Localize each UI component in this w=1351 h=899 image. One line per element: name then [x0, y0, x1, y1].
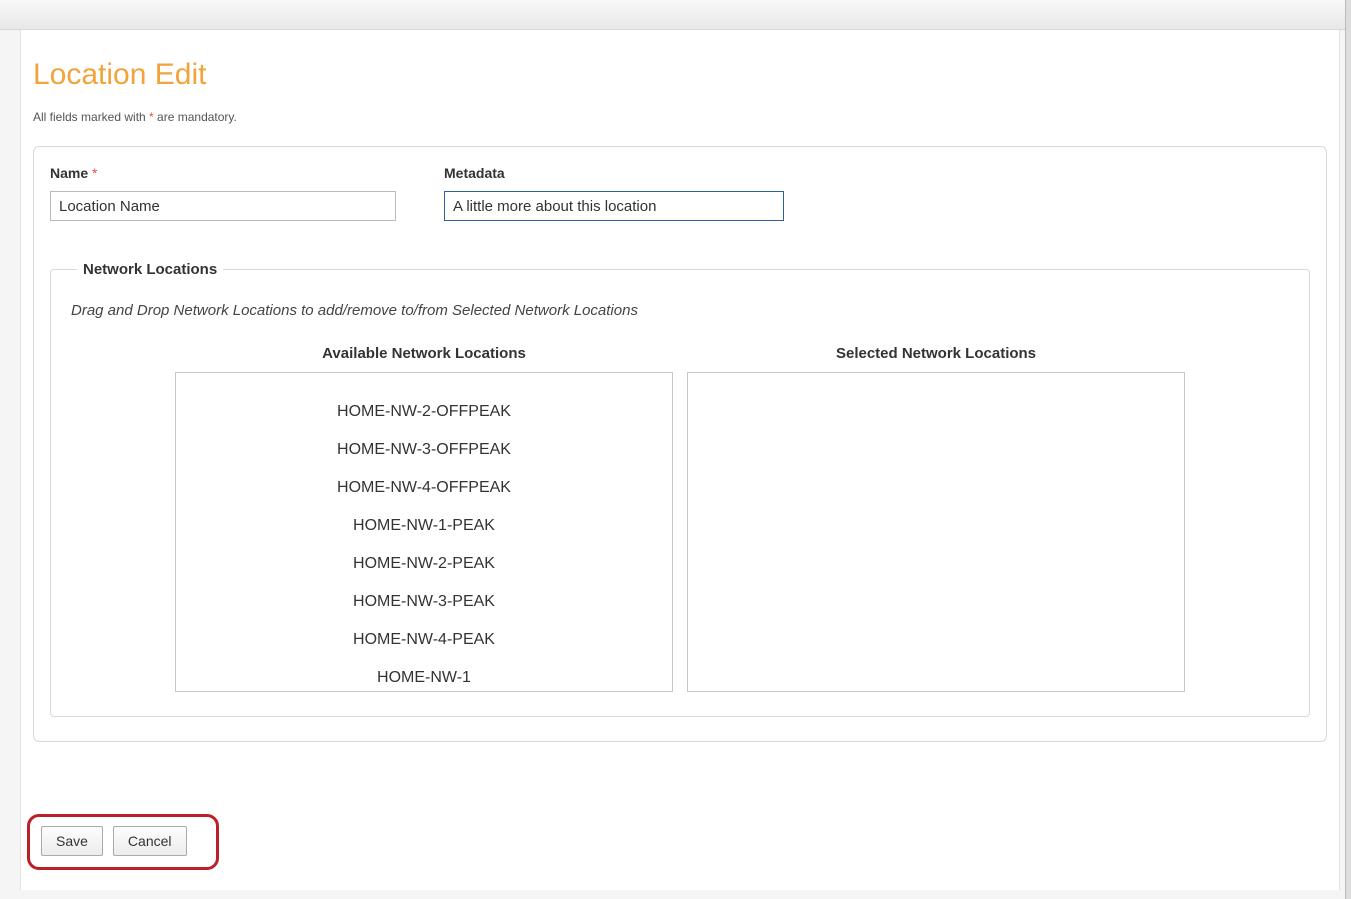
asterisk-icon: *: [92, 165, 97, 181]
page-title: Location Edit: [33, 30, 1327, 110]
listboxes-row: Available Network Locations HOME-NW-2-OF…: [71, 345, 1289, 692]
network-locations-hint: Drag and Drop Network Locations to add/r…: [71, 302, 1289, 319]
available-column: Available Network Locations HOME-NW-2-OF…: [175, 345, 673, 692]
available-list-item[interactable]: HOME-NW-3-OFFPEAK: [176, 431, 672, 469]
available-list-item[interactable]: HOME-NW-2-PEAK: [176, 545, 672, 583]
available-list-item[interactable]: HOME-NW-4-PEAK: [176, 621, 672, 659]
name-label: Name *: [50, 165, 396, 181]
mandatory-note-suffix: are mandatory.: [154, 110, 237, 124]
name-label-text: Name: [50, 165, 92, 181]
page-container: Location Edit All fields marked with * a…: [20, 30, 1340, 890]
metadata-input[interactable]: [444, 191, 784, 221]
cancel-button[interactable]: Cancel: [113, 826, 187, 856]
top-toolbar-gradient: [0, 0, 1351, 30]
available-list-item[interactable]: HOME-NW-1: [176, 659, 672, 692]
available-list-item[interactable]: HOME-NW-3-PEAK: [176, 583, 672, 621]
name-field-group: Name *: [50, 165, 396, 221]
save-button[interactable]: Save: [41, 826, 103, 856]
available-listbox[interactable]: HOME-NW-2-OFFPEAKHOME-NW-3-OFFPEAKHOME-N…: [175, 372, 673, 692]
network-locations-legend: Network Locations: [77, 261, 223, 278]
metadata-field-group: Metadata: [444, 165, 784, 221]
right-scrollbar-edge[interactable]: [1345, 0, 1351, 899]
available-list-item[interactable]: HOME-NW-2-OFFPEAK: [176, 393, 672, 431]
button-row: Save Cancel: [33, 820, 195, 862]
mandatory-note: All fields marked with * are mandatory.: [33, 110, 1327, 124]
network-locations-fieldset: Network Locations Drag and Drop Network …: [50, 261, 1310, 717]
form-panel: Name * Metadata Network Locations Drag a…: [33, 146, 1327, 742]
metadata-label: Metadata: [444, 165, 784, 181]
selected-column: Selected Network Locations: [687, 345, 1185, 692]
selected-listbox[interactable]: [687, 372, 1185, 692]
name-input[interactable]: [50, 191, 396, 221]
available-list-item[interactable]: HOME-NW-1-PEAK: [176, 507, 672, 545]
available-list-item[interactable]: HOME-NW-4-OFFPEAK: [176, 469, 672, 507]
form-row-top: Name * Metadata: [50, 165, 1310, 221]
mandatory-note-prefix: All fields marked with: [33, 110, 149, 124]
left-margin-stubs: [0, 0, 20, 899]
available-title: Available Network Locations: [175, 345, 673, 362]
selected-title: Selected Network Locations: [687, 345, 1185, 362]
